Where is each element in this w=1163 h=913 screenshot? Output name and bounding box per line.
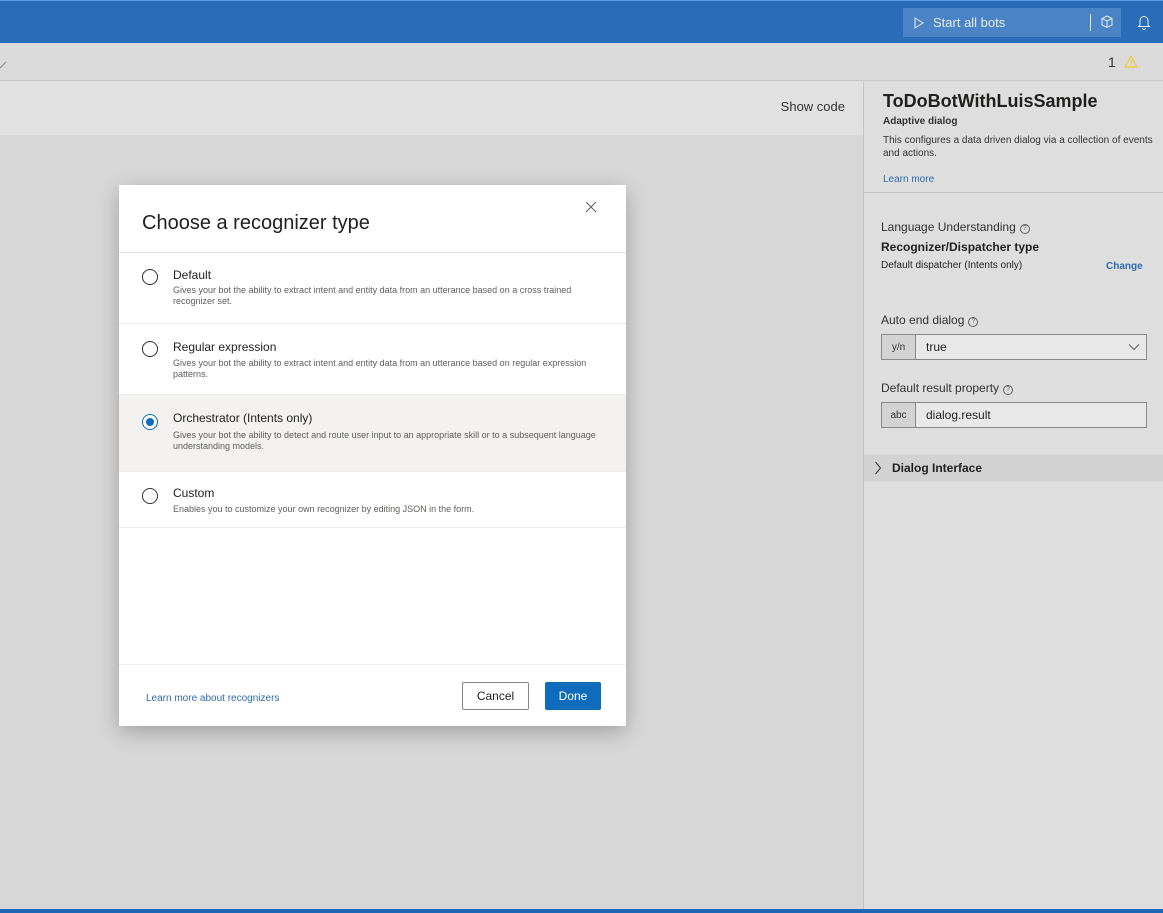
- option-default[interactable]: Default Gives your bot the ability to ex…: [119, 253, 626, 324]
- default-result-type-prefix[interactable]: abc: [882, 403, 916, 427]
- language-understanding-text: Language Understanding: [881, 220, 1016, 234]
- default-result-property-label: Default result property?: [881, 381, 1014, 395]
- auto-end-dialog-text: Auto end dialog: [881, 313, 965, 327]
- recognizer-type-value: Default dispatcher (Intents only): [881, 260, 1023, 271]
- info-icon[interactable]: ?: [1003, 385, 1014, 395]
- bell-icon[interactable]: [1137, 14, 1151, 35]
- default-result-property-value[interactable]: dialog.result: [916, 403, 1146, 427]
- chevron-down-icon[interactable]: [1122, 335, 1146, 359]
- info-icon[interactable]: ?: [968, 317, 979, 327]
- panel-learn-more-link[interactable]: Learn more: [883, 174, 934, 185]
- option-orchestrator[interactable]: Orchestrator (Intents only) Gives your b…: [119, 395, 626, 472]
- warning-count[interactable]: 1: [1108, 54, 1116, 70]
- panel-header: ToDoBotWithLuisSample Adaptive dialog Th…: [864, 82, 1163, 193]
- top-bar: Start all bots: [0, 0, 1163, 43]
- dialog-interface-label: Dialog Interface: [892, 461, 983, 475]
- option-custom[interactable]: Custom Enables you to customize your own…: [119, 472, 626, 528]
- cube-icon[interactable]: [1099, 14, 1115, 33]
- radio-regular-expression[interactable]: [142, 341, 158, 357]
- dialog-interface-section[interactable]: Dialog Interface: [864, 455, 1163, 481]
- window-bottom-edge: [0, 909, 1163, 913]
- start-all-bots-button[interactable]: Start all bots: [903, 8, 1121, 37]
- option-title: Regular expression: [173, 340, 277, 354]
- learn-more-recognizers-link[interactable]: Learn more about recognizers: [146, 693, 279, 704]
- close-icon[interactable]: [585, 200, 597, 218]
- option-title: Default: [173, 268, 212, 282]
- breadcrumb: 1: [0, 43, 1163, 81]
- show-code-button[interactable]: Show code: [781, 99, 845, 114]
- default-result-property-field[interactable]: abc dialog.result: [881, 402, 1147, 428]
- start-all-bots-label: Start all bots: [933, 15, 1006, 30]
- canvas-header: Show code: [0, 82, 863, 135]
- auto-end-dialog-label: Auto end dialog?: [881, 313, 979, 327]
- warning-icon[interactable]: [1124, 54, 1138, 73]
- language-understanding-label: Language Understanding?: [881, 220, 1030, 234]
- recognizer-type-label: Recognizer/Dispatcher type: [881, 240, 1040, 254]
- radio-custom[interactable]: [142, 488, 158, 504]
- radio-default[interactable]: [142, 269, 158, 285]
- option-title: Custom: [173, 486, 215, 500]
- default-result-property-text: Default result property: [881, 381, 1000, 395]
- panel-description: This configures a data driven dialog via…: [883, 135, 1153, 159]
- play-icon: [903, 16, 933, 29]
- option-description: Gives your bot the ability to detect and…: [173, 430, 596, 451]
- dialog-footer-divider: [119, 664, 626, 665]
- chevron-right-icon[interactable]: [864, 461, 892, 475]
- panel-title: ToDoBotWithLuisSample: [883, 91, 1098, 111]
- toolbar-divider: [1090, 14, 1091, 31]
- info-icon[interactable]: ?: [1019, 224, 1030, 234]
- option-regular-expression[interactable]: Regular expression Gives your bot the ab…: [119, 324, 626, 395]
- radio-orchestrator[interactable]: [142, 414, 158, 430]
- chevron-down-icon[interactable]: [0, 56, 8, 74]
- recognizer-type-dialog: Choose a recognizer type Default Gives y…: [119, 185, 626, 726]
- panel-subtitle: Adaptive dialog: [883, 116, 958, 127]
- option-description: Gives your bot the ability to extract in…: [173, 358, 587, 379]
- done-button[interactable]: Done: [545, 682, 601, 710]
- dialog-title: Choose a recognizer type: [142, 212, 370, 234]
- auto-end-dialog-value[interactable]: true: [916, 335, 1122, 359]
- cancel-button[interactable]: Cancel: [462, 682, 529, 710]
- option-title: Orchestrator (Intents only): [173, 411, 313, 425]
- auto-end-dialog-select[interactable]: y/n true: [881, 334, 1147, 360]
- option-description: Enables you to customize your own recogn…: [173, 504, 475, 514]
- properties-panel: ToDoBotWithLuisSample Adaptive dialog Th…: [863, 82, 1163, 909]
- change-recognizer-link[interactable]: Change: [1106, 261, 1143, 272]
- auto-end-type-prefix[interactable]: y/n: [882, 335, 916, 359]
- option-description: Gives your bot the ability to extract in…: [173, 285, 572, 306]
